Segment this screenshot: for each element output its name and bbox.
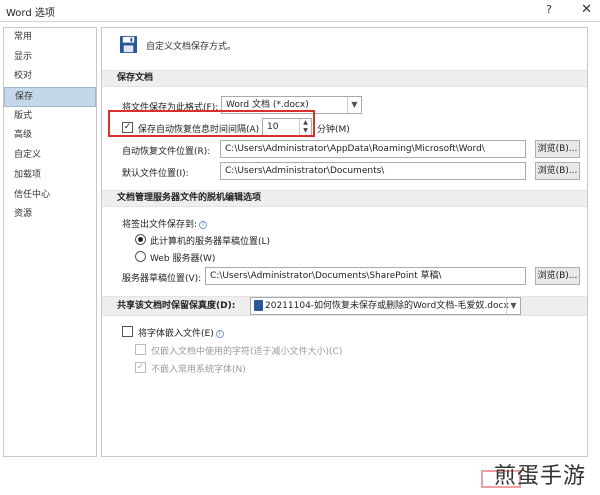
nav-item-common[interactable]: 常用 xyxy=(4,28,96,48)
nav-item-proofing[interactable]: 校对 xyxy=(4,67,96,87)
fidelity-document-select[interactable]: 20211104-如何恢复未保存或删除的Word文档-毛爱奴.docx ▼ xyxy=(250,297,521,315)
radio-server-drafts-label: 此计算机的服务器草稿位置(L) xyxy=(150,237,271,247)
radio-server-drafts[interactable] xyxy=(135,234,146,245)
nav-item-layout[interactable]: 版式 xyxy=(4,107,96,127)
highlight-box xyxy=(108,110,315,137)
save-section-title: 保存文档 xyxy=(102,70,587,87)
autorecover-browse-button[interactable]: 浏览(B)... xyxy=(535,140,580,158)
radio-web-server-label: Web 服务器(W) xyxy=(150,254,216,264)
info-icon: i xyxy=(199,221,208,229)
embed-fonts-label: 将字体嵌入文件(E) i xyxy=(138,326,224,339)
fidelity-document-value: 20211104-如何恢复未保存或删除的Word文档-毛爱奴.docx xyxy=(265,301,509,311)
drafts-browse-button[interactable]: 浏览(B)... xyxy=(535,267,580,285)
nav-item-resources[interactable]: 资源 xyxy=(4,205,96,225)
chevron-down-icon: ▼ xyxy=(347,97,361,113)
content-header-text: 自定义文档保存方式。 xyxy=(146,42,237,52)
offline-section-title: 文档管理服务器文件的脱机编辑选项 xyxy=(102,190,587,207)
help-button[interactable]: ? xyxy=(546,3,552,16)
default-location-browse-button[interactable]: 浏览(B)... xyxy=(535,162,580,180)
minutes-label: 分钟(M) xyxy=(317,125,350,135)
options-content: 自定义文档保存方式。 保存文档 将文件保存为此格式(F): Word 文档 (*… xyxy=(101,27,588,457)
nav-item-advanced[interactable]: 高级 xyxy=(4,126,96,146)
radio-web-server[interactable] xyxy=(135,251,146,262)
close-button[interactable]: ✕ xyxy=(581,2,592,17)
autorecover-location-input[interactable]: C:\Users\Administrator\AppData\Roaming\M… xyxy=(220,140,526,158)
nav-item-addins[interactable]: 加载项 xyxy=(4,166,96,186)
embed-used-chars-label: 仅嵌入文档中使用的字符(适于减小文件大小)(C) xyxy=(151,347,343,357)
no-system-fonts-label: 不嵌入常用系统字体(N) xyxy=(151,365,246,375)
default-location-label: 默认文件位置(I): xyxy=(122,169,189,179)
drafts-location-label: 服务器草稿位置(V): xyxy=(122,274,202,284)
chevron-down-icon: ▼ xyxy=(506,298,520,314)
no-system-fonts-checkbox[interactable]: ✓ xyxy=(135,362,146,373)
nav-item-trust-center[interactable]: 信任中心 xyxy=(4,186,96,206)
window-title: Word 选项 xyxy=(6,8,55,19)
drafts-location-input[interactable]: C:\Users\Administrator\Documents\SharePo… xyxy=(205,267,526,285)
embed-fonts-checkbox[interactable] xyxy=(122,326,133,337)
nav-item-customize[interactable]: 自定义 xyxy=(4,146,96,166)
default-location-input[interactable]: C:\Users\Administrator\Documents\ xyxy=(220,162,526,180)
content-header: 自定义文档保存方式。 xyxy=(102,28,587,64)
info-icon: i xyxy=(215,330,224,338)
nav-item-display[interactable]: 显示 xyxy=(4,48,96,68)
autorecover-location-label: 自动恢复文件位置(R): xyxy=(122,147,211,157)
save-format-value: Word 文档 (*.docx) xyxy=(226,100,309,110)
embed-used-chars-checkbox[interactable] xyxy=(135,344,146,355)
options-nav: 常用 显示 校对 保存 版式 高级 自定义 加载项 信任中心 资源 xyxy=(3,27,97,457)
nav-item-save[interactable]: 保存 xyxy=(4,87,96,107)
watermark-text: 煎蛋手游 xyxy=(493,464,586,489)
title-bar: Word 选项 ? ✕ xyxy=(0,0,600,22)
save-icon xyxy=(119,35,138,54)
checkout-label: 将签出文件保存到: i xyxy=(122,217,208,230)
word-document-icon xyxy=(254,300,263,311)
